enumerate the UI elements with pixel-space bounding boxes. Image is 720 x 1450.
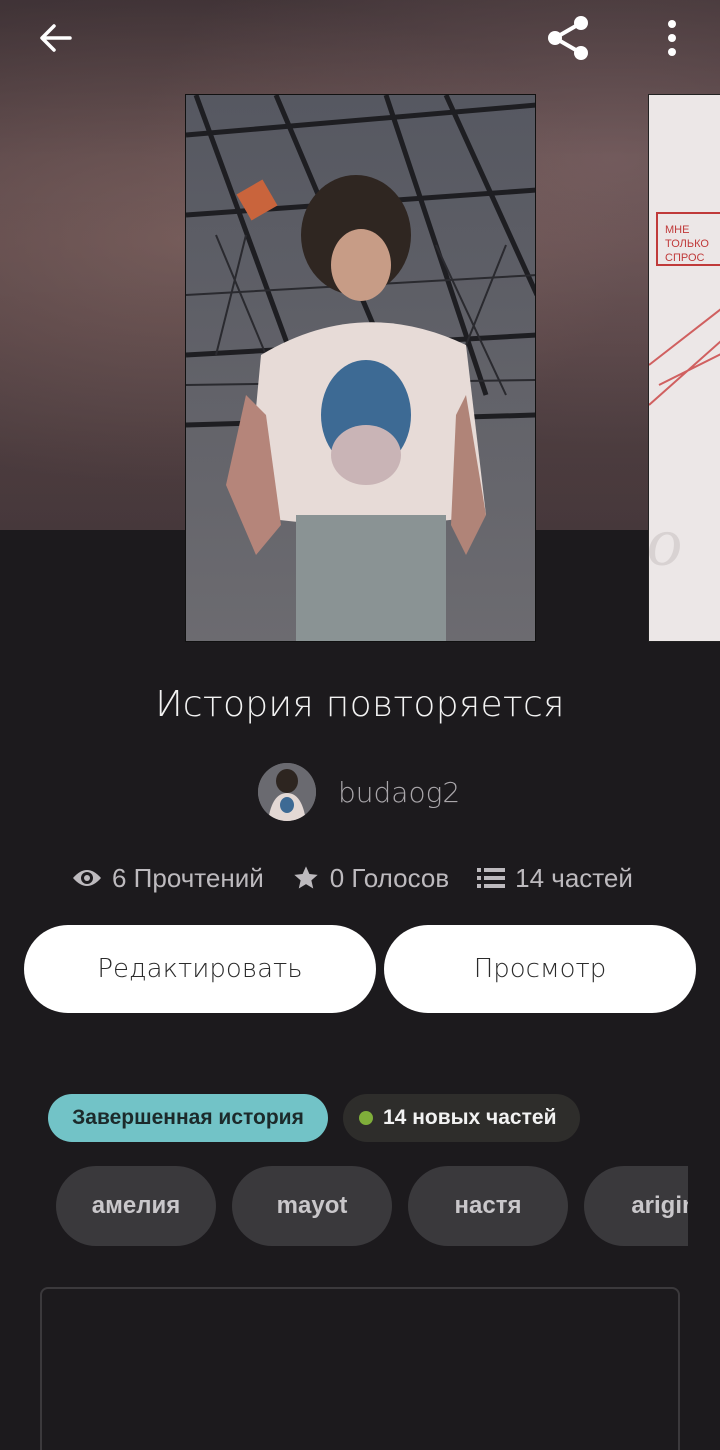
new-parts-badge: 14 новых частей [343, 1094, 580, 1142]
avatar-image [258, 763, 316, 821]
story-description [40, 1287, 680, 1450]
preview-button[interactable]: Просмотр [384, 925, 696, 1013]
svg-text:o: o [649, 504, 682, 581]
author-link[interactable]: budaog2 [258, 762, 460, 822]
tag-chip[interactable]: амелия [56, 1166, 216, 1246]
cover-photo [186, 95, 535, 641]
next-story-cover[interactable]: МНЕ ТОЛЬКО СПРОС o [648, 94, 720, 642]
svg-text:МНЕ: МНЕ [665, 224, 689, 236]
list-icon [477, 868, 506, 888]
more-vertical-icon [668, 20, 676, 56]
arrow-left-icon [40, 24, 72, 52]
share-button[interactable] [540, 10, 596, 66]
story-title: История повторяется [155, 684, 565, 725]
author-name[interactable]: budaog2 [338, 776, 460, 809]
share-icon [548, 16, 588, 60]
tag-chip[interactable]: arigin [584, 1166, 688, 1246]
votes-count: 0 Голосов [329, 862, 450, 893]
author-avatar[interactable] [258, 763, 316, 821]
story-cover-image[interactable] [185, 94, 536, 642]
complete-story-badge: Завершенная история [48, 1094, 328, 1142]
story-stats: 6 Прочтений 0 Голосов 14 частей [72, 858, 633, 898]
eye-icon [73, 870, 101, 886]
new-parts-label: 14 новых частей [383, 1106, 557, 1129]
complete-badge-label: Завершенная история [72, 1106, 304, 1129]
tag-chip[interactable]: mayot [232, 1166, 392, 1246]
tag-chip[interactable]: настя [408, 1166, 568, 1246]
reads-count: 6 Прочтений [112, 862, 264, 893]
edit-button[interactable]: Редактировать [24, 925, 376, 1013]
back-button[interactable] [28, 10, 84, 66]
votes-stat: 0 Голосов [292, 863, 449, 894]
next-cover-art: МНЕ ТОЛЬКО СПРОС o [649, 95, 720, 641]
new-indicator-dot [359, 1111, 373, 1125]
parts-count: 14 частей [515, 862, 633, 893]
star-icon [294, 866, 318, 889]
svg-text:ТОЛЬКО: ТОЛЬКО [665, 238, 709, 250]
reads-stat: 6 Прочтений [72, 863, 264, 894]
svg-text:СПРОС: СПРОС [665, 252, 705, 264]
tag-list: амелия mayot настя arigin [56, 1166, 688, 1246]
more-options-button[interactable] [644, 10, 700, 66]
parts-stat: 14 частей [477, 863, 633, 894]
